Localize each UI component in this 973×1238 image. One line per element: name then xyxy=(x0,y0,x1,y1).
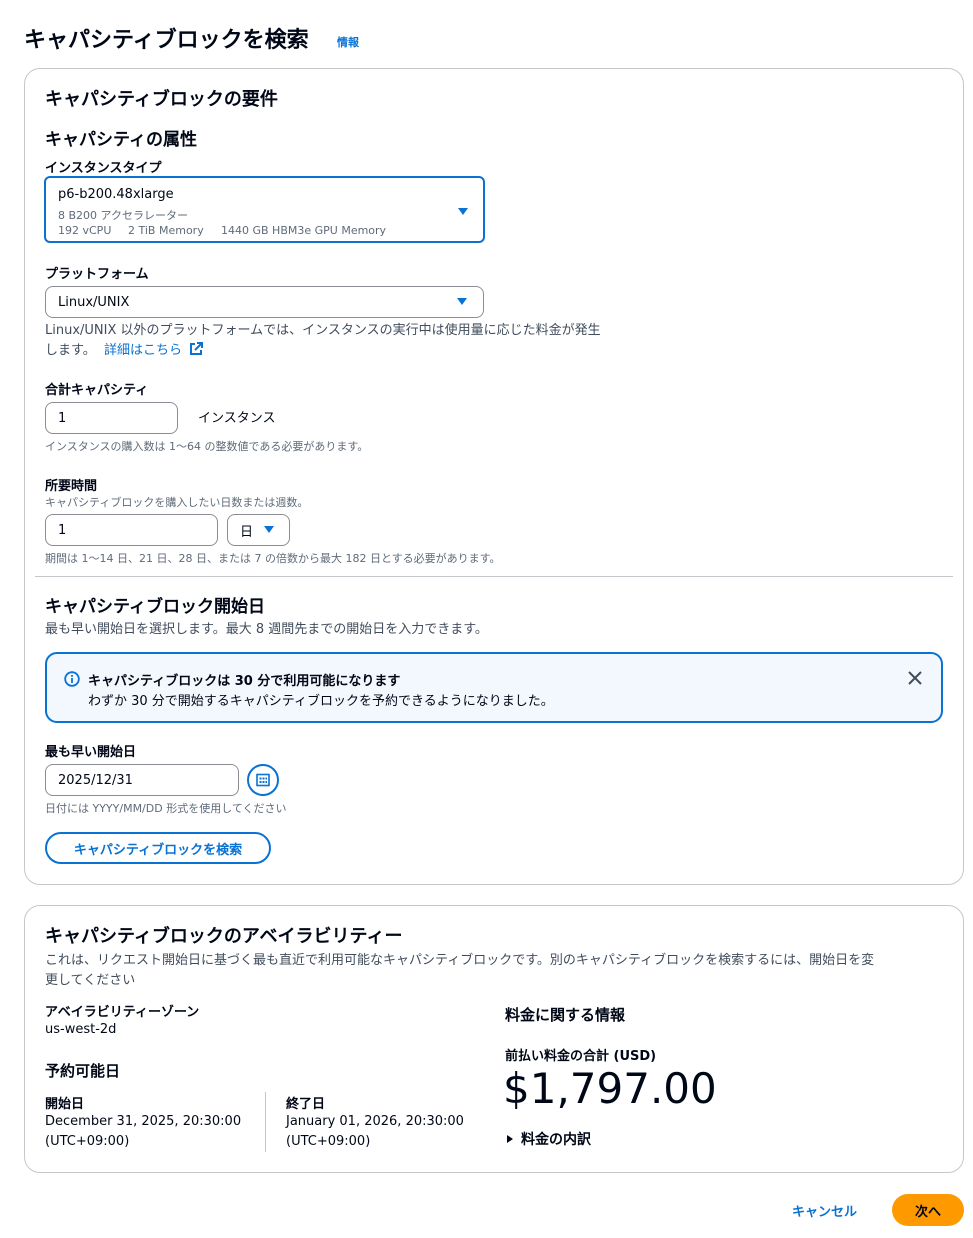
search-capacity-block-button[interactable]: キャパシティブロックを検索 xyxy=(45,832,271,864)
upfront-label: 前払い料金の合計 (USD) xyxy=(505,1049,657,1064)
pricing-breakdown-label: 料金の内訳 xyxy=(521,1132,591,1148)
chevron-down-icon xyxy=(457,298,467,305)
learn-more-text: 詳細はこちら xyxy=(104,343,183,358)
learn-more-link[interactable]: 詳細はこちら xyxy=(104,339,204,358)
bookable-title: 予約可能日 xyxy=(45,1062,121,1080)
capacity-hint: インスタンスの購入数は 1〜64 の整数値である必要があります。 xyxy=(45,440,369,453)
column-divider xyxy=(265,1092,266,1152)
platform-select[interactable]: Linux/UNIX xyxy=(45,286,484,318)
calendar-button[interactable] xyxy=(247,764,279,796)
duration-hint: 期間は 1〜14 日、21 日、28 日、または 7 の倍数から最大 182 日… xyxy=(45,552,501,565)
start-tz: (UTC+09:00) xyxy=(45,1134,130,1149)
date-hint: 日付には YYYY/MM/DD 形式を使用してください xyxy=(45,802,287,815)
platform-label: プラットフォーム xyxy=(45,267,149,282)
platform-note: Linux/UNIX 以外のプラットフォームでは、インスタンスの実行中は使用量に… xyxy=(45,323,601,338)
requirements-title: キャパシティブロックの要件 xyxy=(45,89,278,110)
pricing-title: 料金に関する情報 xyxy=(505,1006,626,1024)
instance-type-label: インスタンスタイプ xyxy=(45,161,162,176)
az-value: us-west-2d xyxy=(45,1022,117,1037)
instance-type-vcpu: 192 vCPU xyxy=(58,224,112,237)
availability-desc: これは、リクエスト開始日に基づく最も直近で利用可能なキャパシティブロックです。別… xyxy=(45,953,875,968)
upfront-value: $1,797.00 xyxy=(503,1064,717,1113)
duration-input[interactable]: 1 xyxy=(45,514,218,546)
page-title: キャパシティブロックを検索 xyxy=(24,28,309,53)
instance-type-select[interactable]: p6-b200.48xlarge 8 B200 アクセラレーター 192 vCP… xyxy=(44,176,485,243)
availability-title: キャパシティブロックのアベイラビリティー xyxy=(45,926,403,947)
info-link[interactable]: 情報 xyxy=(337,34,359,50)
start-label: 開始日 xyxy=(45,1097,85,1112)
calendar-icon xyxy=(256,773,270,787)
end-value: January 01, 2026, 20:30:00 xyxy=(286,1114,464,1129)
duration-unit-select[interactable]: 日 xyxy=(227,514,290,546)
duration-unit-value: 日 xyxy=(240,524,254,540)
section-divider xyxy=(35,576,953,577)
instance-type-memory: 2 TiB Memory xyxy=(128,224,204,237)
chevron-down-icon xyxy=(264,526,274,533)
close-icon[interactable] xyxy=(908,671,922,685)
start-date-desc: 最も早い開始日を選択します。最大 8 週間先までの開始日を入力できます。 xyxy=(45,622,488,637)
instance-type-value: p6-b200.48xlarge xyxy=(58,187,174,202)
caret-right-icon xyxy=(507,1135,513,1143)
pricing-breakdown-toggle[interactable]: 料金の内訳 xyxy=(505,1129,591,1149)
capacity-unit: インスタンス xyxy=(198,411,276,426)
start-value: December 31, 2025, 20:30:00 xyxy=(45,1114,242,1129)
platform-value: Linux/UNIX xyxy=(58,294,130,310)
info-icon xyxy=(64,671,80,687)
capacity-input[interactable]: 1 xyxy=(45,402,178,434)
end-label: 終了日 xyxy=(286,1097,326,1112)
attributes-title: キャパシティの属性 xyxy=(45,130,197,150)
chevron-down-icon xyxy=(458,208,468,215)
cancel-button[interactable]: キャンセル xyxy=(792,1201,857,1220)
availability-desc-cont: 更してください xyxy=(45,973,136,988)
alert-body: わずか 30 分で開始するキャパシティブロックを予約できるようになりました。 xyxy=(88,694,554,709)
platform-note-cont: します。 xyxy=(45,343,96,358)
az-label: アベイラビリティーゾーン xyxy=(45,1005,200,1020)
instance-type-gpu-memory: 1440 GB HBM3e GPU Memory xyxy=(221,224,387,237)
end-tz: (UTC+09:00) xyxy=(286,1134,371,1149)
info-alert: キャパシティブロックは 30 分で利用可能になります わずか 30 分で開始する… xyxy=(45,652,943,723)
earliest-date-label: 最も早い開始日 xyxy=(45,745,137,760)
date-input[interactable]: 2025/12/31 xyxy=(45,764,239,796)
external-link-icon xyxy=(190,342,204,355)
alert-title: キャパシティブロックは 30 分で利用可能になります xyxy=(88,674,401,689)
capacity-label: 合計キャパシティ xyxy=(45,383,149,398)
duration-desc: キャパシティブロックを購入したい日数または週数。 xyxy=(45,496,309,509)
duration-label: 所要時間 xyxy=(45,479,98,494)
instance-type-accelerators: 8 B200 アクセラレーター xyxy=(58,209,188,222)
start-date-title: キャパシティブロック開始日 xyxy=(45,597,265,617)
next-button[interactable]: 次へ xyxy=(892,1194,964,1226)
